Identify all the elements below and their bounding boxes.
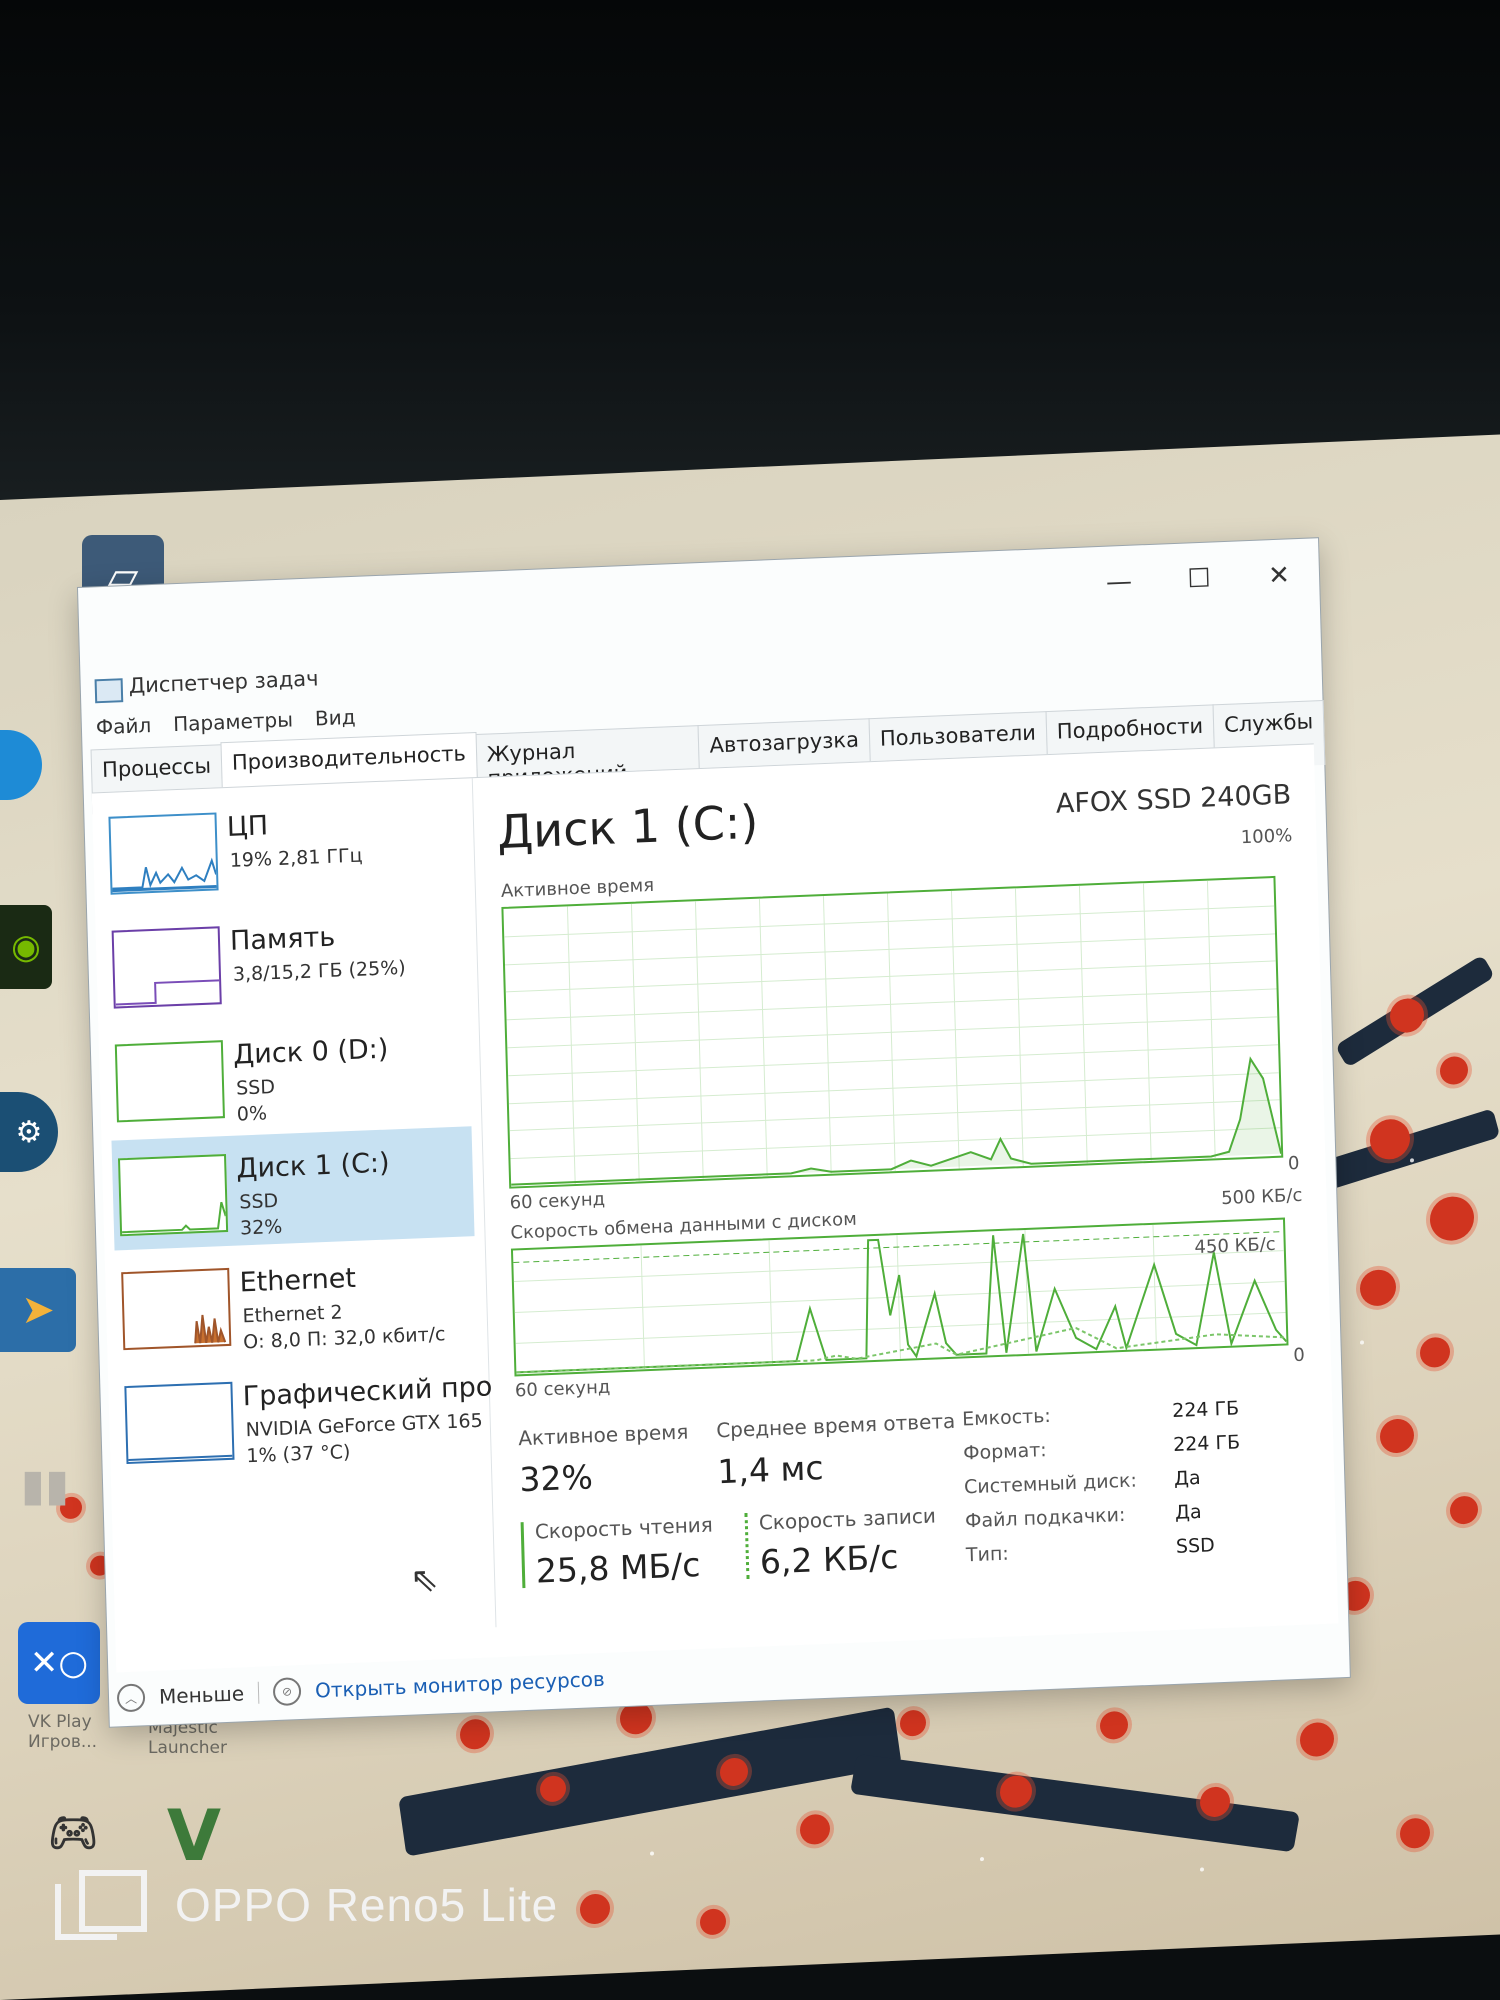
write-speed-marker (744, 1513, 750, 1580)
oppo-logo-icon (55, 1870, 147, 1940)
active-time-label: Активное время (517, 1419, 689, 1451)
minimize-button[interactable]: — (1089, 563, 1150, 601)
capacity-label: Емкость: (961, 1404, 1052, 1431)
gpu-thumbnail (124, 1381, 235, 1465)
type-value: SSD (1175, 1534, 1216, 1558)
gpu-usage: 1% (37 °C) (246, 1441, 351, 1468)
task-manager-icon (94, 678, 124, 704)
chevron-up-icon[interactable]: ︿ (116, 1683, 146, 1713)
disk0-thumbnail (114, 1040, 225, 1123)
capacity-value: 224 ГБ (1171, 1397, 1240, 1423)
gta-v-icon[interactable]: V (158, 1795, 230, 1877)
active-time-graph-min: 0 (1287, 1152, 1300, 1175)
disk1-title: Диск 1 (C:) (235, 1147, 390, 1185)
vk-play-icon[interactable]: ✕○ (18, 1622, 100, 1704)
disk0-type: SSD (235, 1076, 276, 1100)
ethernet-throughput: О: 8,0 П: 32,0 кбит/с (242, 1323, 446, 1354)
sidebar-item-cpu[interactable]: ЦП 19% 2,81 ГГц (102, 785, 465, 909)
memory-usage: 3,8/15,2 ГБ (25%) (232, 956, 406, 986)
vk-play-label: VK Play Игров... (28, 1712, 98, 1752)
ethernet-thumbnail (121, 1267, 232, 1351)
transfer-graph-duration: 60 секунд (514, 1376, 611, 1402)
mouse-cursor-icon: ⇖ (409, 1559, 440, 1601)
footer-divider (257, 1681, 260, 1704)
sidebar-item-ethernet[interactable]: Ethernet Ethernet 2 О: 8,0 П: 32,0 кбит/… (115, 1240, 478, 1364)
active-time-graph-duration: 60 секунд (509, 1188, 606, 1214)
disk-model: AFOX SSD 240GB (1055, 779, 1292, 820)
transfer-rate-graph: 450 КБ/с (510, 1217, 1289, 1377)
disk1-type: SSD (239, 1189, 279, 1214)
resource-list: ЦП 19% 2,81 ГГц Память 3,8/15,2 ГБ (25%)… (91, 778, 497, 1643)
disk1-thumbnail (117, 1154, 229, 1237)
disk-detail-pane: Диск 1 (C:) AFOX SSD 240GB Активное врем… (492, 745, 1326, 1627)
formatted-label: Формат: (962, 1439, 1047, 1465)
avg-response-value: 1,4 мс (716, 1448, 824, 1492)
sidebar-item-disk-1[interactable]: Диск 1 (C:) SSD 32% (111, 1126, 475, 1251)
page-file-label: Файл подкачки: (964, 1503, 1126, 1533)
cpu-usage: 19% 2,81 ГГц (229, 844, 363, 872)
write-speed-value: 6,2 КБ/с (759, 1537, 899, 1582)
ethernet-title: Ethernet (239, 1262, 357, 1299)
close-button[interactable]: ✕ (1249, 557, 1310, 595)
disk-title: Диск 1 (C:) (496, 794, 759, 860)
active-time-graph (501, 875, 1284, 1189)
transfer-graph-max: 500 КБ/с (1220, 1184, 1303, 1210)
system-disk-label: Системный диск: (963, 1469, 1138, 1499)
cpu-thumbnail (108, 812, 219, 895)
type-label: Тип: (965, 1542, 1010, 1567)
active-time-graph-max: 100% (1240, 825, 1293, 849)
watermark-text: OPPO Reno5 Lite (175, 1879, 559, 1931)
warface-icon[interactable]: ▮▮ (10, 1450, 80, 1520)
menu-file[interactable]: Файл (96, 713, 152, 739)
avg-response-label: Среднее время ответа (715, 1408, 956, 1443)
gamepad-icon[interactable]: 🎮︎ (40, 1808, 106, 1856)
menu-bar: Файл Параметры Вид (96, 705, 356, 739)
transfer-graph-mid: 450 КБ/с (1194, 1233, 1276, 1259)
system-disk-value: Да (1173, 1466, 1201, 1490)
active-time-value: 32% (518, 1457, 594, 1500)
resource-monitor-icon: ⊘ (272, 1677, 302, 1707)
sidebar-item-memory[interactable]: Память 3,8/15,2 ГБ (25%) (105, 898, 468, 1022)
menu-view[interactable]: Вид (315, 705, 356, 731)
disk1-usage: 32% (239, 1215, 283, 1240)
gpu-title: Графический про (242, 1371, 493, 1413)
memory-title: Память (229, 921, 336, 957)
transfer-graph-min: 0 (1293, 1344, 1306, 1367)
sidebar-item-gpu[interactable]: Графический про NVIDIA GeForce GTX 165 1… (118, 1354, 493, 1478)
write-speed-label: Скорость записи (758, 1503, 937, 1535)
menu-options[interactable]: Параметры (173, 707, 293, 736)
read-speed-value: 25,8 МБ/с (535, 1545, 701, 1591)
sidebar-item-disk-0[interactable]: Диск 0 (D:) SSD 0% (108, 1012, 471, 1136)
gpu-model: NVIDIA GeForce GTX 165 (245, 1409, 483, 1442)
performance-content: ЦП 19% 2,81 ГГц Память 3,8/15,2 ГБ (25%)… (91, 743, 1339, 1673)
read-speed-marker (520, 1522, 526, 1589)
cpu-title: ЦП (226, 810, 269, 844)
ethernet-adapter: Ethernet 2 (242, 1301, 343, 1328)
open-resource-monitor-link[interactable]: Открыть монитор ресурсов (315, 1667, 605, 1703)
page-file-value: Да (1174, 1500, 1202, 1524)
task-manager-window: — ☐ ✕ Диспетчер задач Файл Параметры Вид… (78, 538, 1350, 1727)
cs-icon[interactable]: ➤ (0, 1268, 76, 1352)
disk0-usage: 0% (236, 1102, 268, 1126)
camera-watermark: OPPO Reno5 Lite (55, 1870, 558, 1940)
formatted-value: 224 ГБ (1172, 1431, 1241, 1457)
read-speed-label: Скорость чтения (534, 1512, 714, 1544)
nvidia-icon[interactable]: ◉ (0, 905, 52, 989)
maximize-button[interactable]: ☐ (1169, 560, 1230, 598)
disk0-title: Диск 0 (D:) (232, 1033, 389, 1071)
memory-thumbnail (111, 926, 222, 1009)
fewer-details-link[interactable]: Меньше (159, 1681, 245, 1708)
window-title: Диспетчер задач (128, 666, 319, 698)
active-time-graph-label: Активное время (500, 874, 655, 903)
